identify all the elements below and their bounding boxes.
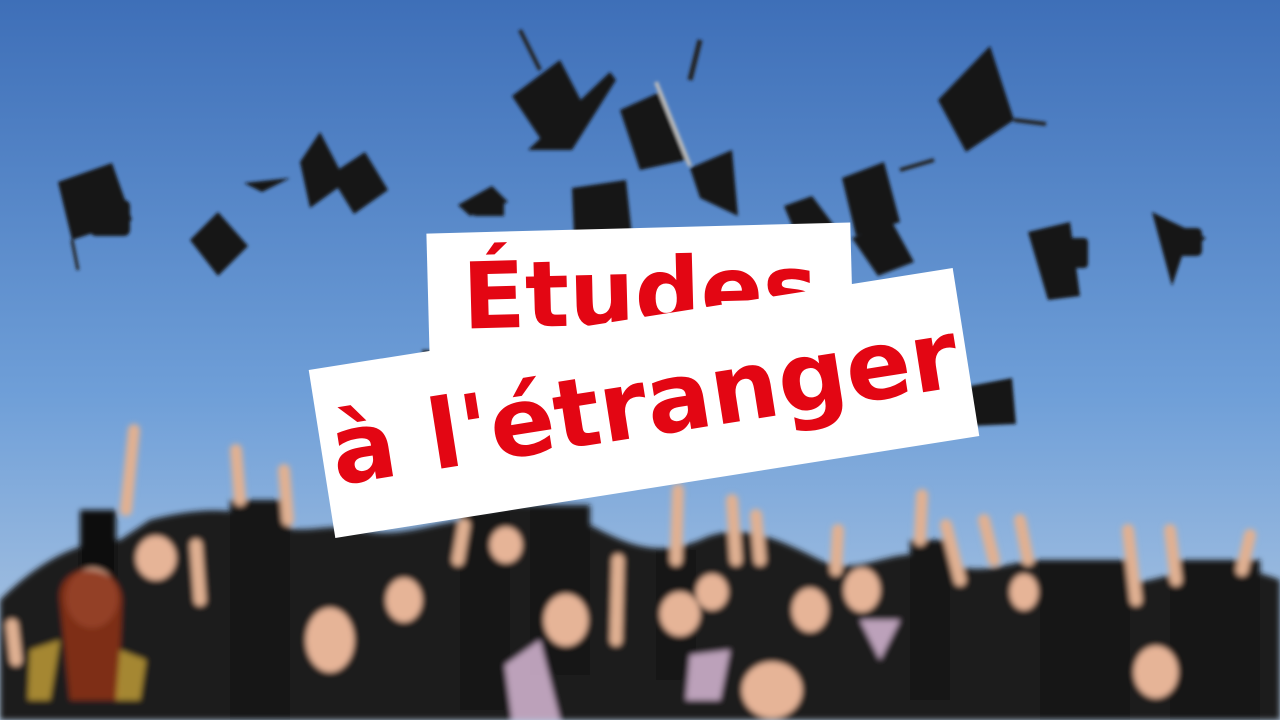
cap-icon xyxy=(970,378,1016,426)
